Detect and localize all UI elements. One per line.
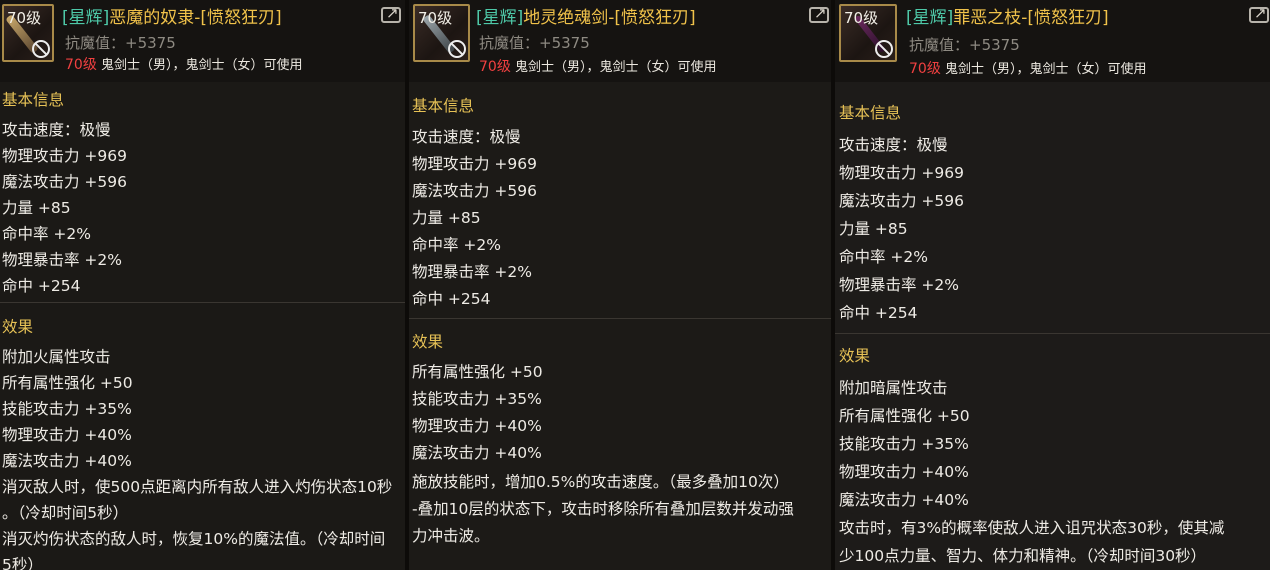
- item-title: [星辉]地灵绝魂剑-[愤怒狂刃]: [476, 3, 696, 28]
- item-icon[interactable]: 70级: [839, 4, 897, 62]
- effect-line: -叠加10层的状态下，攻击时移除所有叠加层数并发动强: [412, 500, 794, 518]
- item-tooltip-3: 70级 [星辉]罪恶之枝-[愤怒狂刃] 抗魔值：+5375 70级 鬼剑士（男）…: [835, 0, 1270, 570]
- item-title: [星辉]罪恶之枝-[愤怒狂刃]: [906, 3, 1109, 28]
- share-icon[interactable]: [1249, 4, 1269, 23]
- resist-value: 抗魔值：+5375: [65, 34, 176, 52]
- stat-line: 攻击速度：极慢: [412, 128, 521, 146]
- effect-line: 技能攻击力 +35%: [2, 400, 132, 418]
- stat-line: 物理攻击力 +969: [839, 164, 964, 182]
- item-level-badge: 70级: [844, 9, 879, 27]
- effect-line: 物理攻击力 +40%: [2, 426, 132, 444]
- effect-line: 魔法攻击力 +40%: [2, 452, 132, 470]
- basic-info-title: 基本信息: [412, 97, 475, 115]
- effect-line: 附加暗属性攻击: [839, 379, 948, 397]
- stat-line: 魔法攻击力 +596: [839, 192, 964, 210]
- effect-line: 。（冷却时间5秒）: [2, 504, 129, 522]
- stat-line: 物理暴击率 +2%: [2, 251, 123, 269]
- stat-line: 命中 +254: [839, 304, 918, 322]
- requirement: 70级 鬼剑士（男），鬼剑士（女）可使用: [65, 54, 302, 74]
- item-tag: [星辉]: [906, 8, 954, 28]
- item-name: 恶魔的奴隶-[愤怒狂刃]: [109, 8, 282, 28]
- stat-line: 命中率 +2%: [412, 236, 502, 254]
- effect-title: 效果: [412, 333, 444, 351]
- item-name: 罪恶之枝-[愤怒狂刃]: [953, 8, 1109, 28]
- effect-title: 效果: [839, 347, 871, 365]
- item-title: [星辉]恶魔的奴隶-[愤怒狂刃]: [62, 3, 282, 28]
- effect-line: 附加火属性攻击: [2, 348, 111, 366]
- basic-info-title: 基本信息: [839, 104, 902, 122]
- stat-line: 力量 +85: [412, 209, 481, 227]
- stat-line: 命中率 +2%: [839, 248, 929, 266]
- effect-line: 少100点力量、智力、体力和精神。（冷却时间30秒）: [839, 547, 1207, 565]
- stat-line: 力量 +85: [2, 199, 71, 217]
- stat-line: 魔法攻击力 +596: [2, 173, 127, 191]
- stat-line: 物理攻击力 +969: [2, 147, 127, 165]
- resist-value: 抗魔值：+5375: [909, 36, 1020, 54]
- effect-line: 魔法攻击力 +40%: [839, 491, 969, 509]
- item-name: 地灵绝魂剑-[愤怒狂刃]: [523, 8, 696, 28]
- unusable-icon: [875, 40, 893, 58]
- required-level: 70级: [65, 57, 97, 73]
- effect-line: 5秒）: [2, 556, 43, 570]
- effect-title: 效果: [2, 318, 34, 336]
- stat-line: 攻击速度：极慢: [839, 136, 948, 154]
- effect-line: 所有属性强化 +50: [412, 363, 543, 381]
- item-icon[interactable]: 70级: [2, 4, 54, 62]
- resist-value: 抗魔值：+5375: [479, 34, 590, 52]
- effect-line: 技能攻击力 +35%: [839, 435, 969, 453]
- effect-line: 力冲击波。: [412, 527, 490, 545]
- effect-line: 魔法攻击力 +40%: [412, 444, 542, 462]
- share-icon[interactable]: [381, 4, 401, 23]
- required-classes: 鬼剑士（男），鬼剑士（女）可使用: [96, 58, 303, 73]
- basic-info-title: 基本信息: [2, 91, 65, 109]
- section-divider: [409, 318, 831, 319]
- share-icon[interactable]: [809, 4, 829, 23]
- stat-line: 力量 +85: [839, 220, 908, 238]
- effect-line: 施放技能时，增加0.5%的攻击速度。（最多叠加10次）: [412, 473, 789, 491]
- stat-line: 物理暴击率 +2%: [412, 263, 533, 281]
- effect-line: 物理攻击力 +40%: [839, 463, 969, 481]
- required-level: 70级: [479, 59, 511, 75]
- stat-line: 命中率 +2%: [2, 225, 92, 243]
- section-divider: [835, 333, 1270, 334]
- effect-line: 攻击时，有3%的概率使敌人进入诅咒状态30秒，使其减: [839, 519, 1225, 537]
- stat-line: 物理攻击力 +969: [412, 155, 537, 173]
- requirement: 70级 鬼剑士（男），鬼剑士（女）可使用: [479, 56, 716, 76]
- effect-line: 所有属性强化 +50: [839, 407, 970, 425]
- effect-line: 消灭敌人时，使500点距离内所有敌人进入灼伤状态10秒: [2, 478, 393, 496]
- unusable-icon: [448, 40, 466, 58]
- required-level: 70级: [909, 61, 941, 77]
- item-level-badge: 70级: [418, 9, 453, 27]
- item-icon[interactable]: 70级: [413, 4, 470, 62]
- stat-line: 命中 +254: [412, 290, 491, 308]
- item-tag: [星辉]: [62, 8, 110, 28]
- section-divider: [0, 302, 405, 303]
- effect-line: 物理攻击力 +40%: [412, 417, 542, 435]
- item-tooltip-1: 70级 [星辉]恶魔的奴隶-[愤怒狂刃] 抗魔值：+5375 70级 鬼剑士（男…: [0, 0, 405, 570]
- stat-line: 物理暴击率 +2%: [839, 276, 960, 294]
- stat-line: 魔法攻击力 +596: [412, 182, 537, 200]
- stat-line: 攻击速度：极慢: [2, 121, 111, 139]
- item-tooltip-2: 70级 [星辉]地灵绝魂剑-[愤怒狂刃] 抗魔值：+5375 70级 鬼剑士（男…: [409, 0, 831, 570]
- effect-line: 所有属性强化 +50: [2, 374, 133, 392]
- stat-line: 命中 +254: [2, 277, 81, 295]
- item-tag: [星辉]: [476, 8, 524, 28]
- item-level-badge: 70级: [7, 9, 42, 27]
- required-classes: 鬼剑士（男），鬼剑士（女）可使用: [510, 60, 717, 75]
- required-classes: 鬼剑士（男），鬼剑士（女）可使用: [940, 62, 1147, 77]
- unusable-icon: [32, 40, 50, 58]
- effect-line: 消灭灼伤状态的敌人时，恢复10%的魔法值。（冷却时间: [2, 530, 386, 548]
- effect-line: 技能攻击力 +35%: [412, 390, 542, 408]
- requirement: 70级 鬼剑士（男），鬼剑士（女）可使用: [909, 58, 1146, 78]
